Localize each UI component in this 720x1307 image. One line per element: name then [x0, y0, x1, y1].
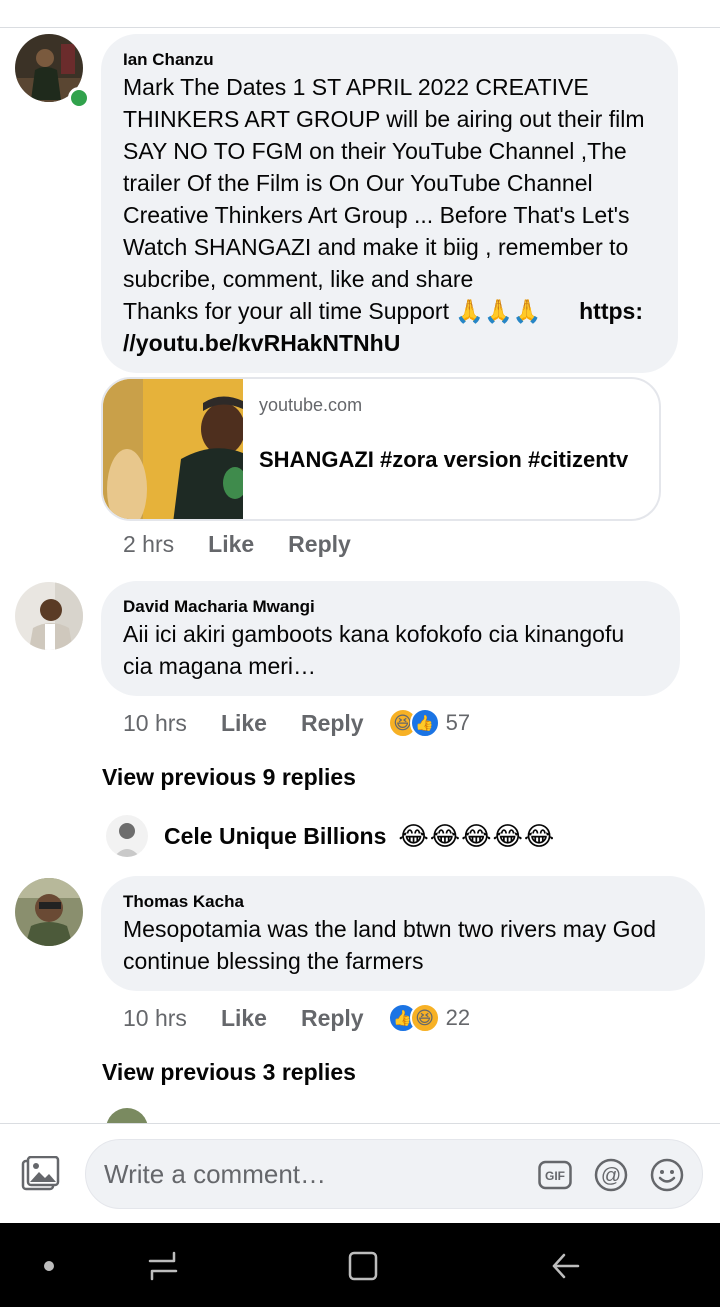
comment-time[interactable]: 10 hrs [123, 1005, 187, 1032]
comment-author[interactable]: David Macharia Mwangi [123, 596, 680, 618]
link-preview-card[interactable]: youtube.com SHANGAZI #zora version #citi… [101, 377, 661, 521]
view-previous-replies[interactable]: View previous 9 replies [102, 764, 356, 791]
comment-author[interactable]: Thomas Kacha [123, 891, 705, 913]
comment-composer: Write a comment… GIF @ [0, 1123, 720, 1224]
link-preview-thumbnail [103, 379, 243, 519]
recent-apps-icon[interactable] [146, 1249, 180, 1283]
gif-icon[interactable]: GIF [538, 1158, 572, 1192]
reply-preview[interactable]: Cele Unique Billions 😂😂😂😂😂 [106, 812, 555, 860]
haha-reaction-icon: 😆 [409, 1003, 440, 1033]
reaction-summary[interactable]: 👍 😆 22 [387, 1003, 471, 1033]
comment-actions: 10 hrs Like Reply 👍 😆 22 [123, 998, 470, 1038]
like-reaction-icon: 👍 [409, 708, 440, 738]
photo-icon[interactable] [20, 1155, 60, 1192]
reaction-summary[interactable]: 😆 👍 57 [387, 708, 471, 738]
home-icon[interactable] [346, 1249, 380, 1283]
back-icon[interactable] [548, 1249, 582, 1283]
mention-icon[interactable]: @ [594, 1158, 628, 1192]
avatar-thomas-kacha[interactable] [15, 878, 83, 946]
emoji-icon[interactable] [650, 1158, 684, 1192]
comment-text: Mark The Dates 1 ST APRIL 2022 CREATIVE … [123, 71, 678, 359]
online-status-dot [68, 87, 90, 109]
top-divider [0, 27, 720, 28]
partial-avatar [106, 1108, 148, 1123]
link-preview-domain: youtube.com [259, 395, 363, 415]
comment-time[interactable]: 2 hrs [123, 531, 174, 558]
comment-input-placeholder: Write a comment… [104, 1159, 327, 1189]
support-text: Thanks for your all time Support 🙏🙏🙏 [123, 298, 542, 324]
link-preview-title: SHANGAZI #zora version #citizentv [259, 447, 629, 472]
comment-actions: 10 hrs Like Reply 😆 👍 57 [123, 703, 470, 743]
reply-author: Cele Unique Billions [164, 822, 387, 849]
comment-text: Mesopotamia was the land btwn two rivers… [123, 916, 657, 974]
svg-text:@: @ [601, 1165, 621, 1187]
reply-button[interactable]: Reply [301, 1005, 364, 1032]
comment-time[interactable]: 10 hrs [123, 710, 187, 737]
like-button[interactable]: Like [208, 531, 254, 558]
comment-link[interactable]: https: [579, 295, 643, 327]
comment-bubble[interactable]: Thomas Kacha Mesopotamia was the land bt… [101, 876, 705, 991]
reply-button[interactable]: Reply [288, 531, 351, 558]
reaction-count: 57 [445, 710, 471, 735]
comment-link-continued[interactable]: //youtu.be/kvRHakNTNhU [123, 327, 678, 359]
like-button[interactable]: Like [221, 1005, 267, 1032]
reply-button[interactable]: Reply [301, 710, 364, 737]
comment-input[interactable]: Write a comment… GIF @ [85, 1139, 703, 1209]
avatar-cele-unique-billions [106, 815, 148, 857]
dot-indicator-icon [32, 1249, 66, 1283]
comment-bubble[interactable]: Ian Chanzu Mark The Dates 1 ST APRIL 202… [101, 34, 678, 373]
reaction-count: 22 [445, 1005, 471, 1030]
avatar-david-macharia-mwangi[interactable] [15, 582, 83, 650]
like-button[interactable]: Like [221, 710, 267, 737]
comment-bubble[interactable]: David Macharia Mwangi Aii ici akiri gamb… [101, 581, 680, 696]
comment-author[interactable]: Ian Chanzu [123, 49, 678, 71]
comment-text: Aii ici akiri gamboots kana kofokofo cia… [123, 621, 625, 679]
comment-actions: 2 hrs Like Reply [123, 524, 351, 564]
system-navigation-bar [0, 1223, 720, 1307]
svg-text:GIF: GIF [545, 1169, 565, 1183]
view-previous-replies[interactable]: View previous 3 replies [102, 1059, 356, 1086]
reply-text: 😂😂😂😂😂 [398, 820, 556, 851]
